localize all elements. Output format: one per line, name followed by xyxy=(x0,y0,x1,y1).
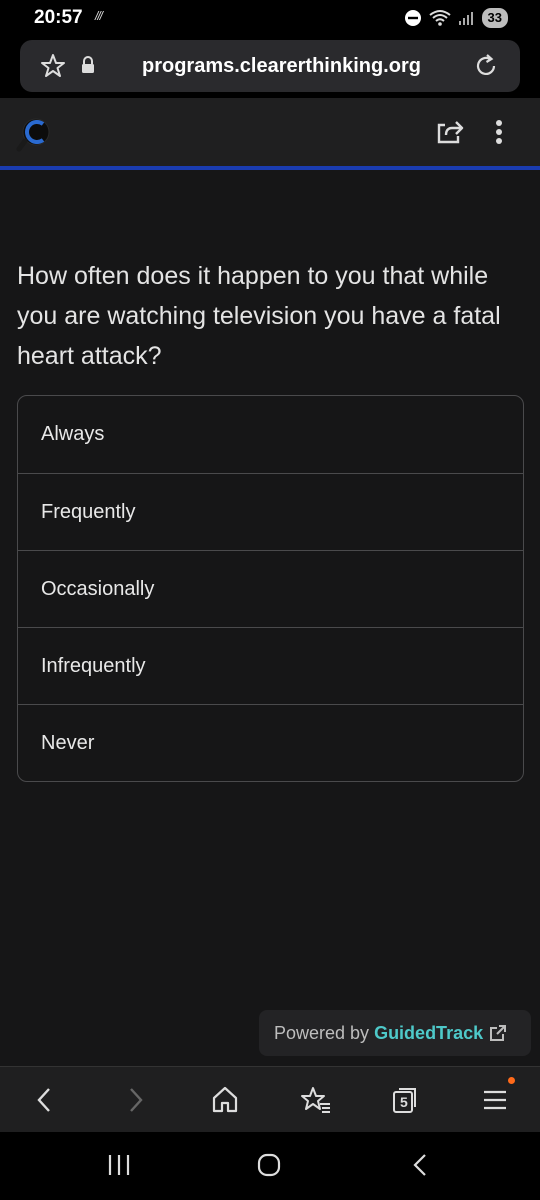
screen: 20:57 /// 33 programs.clearerthinking.or… xyxy=(0,0,540,1200)
menu-icon[interactable] xyxy=(482,1085,508,1115)
external-link-icon xyxy=(490,1025,507,1041)
status-time: 20:57 xyxy=(34,7,83,28)
status-icons: 33 xyxy=(404,6,508,30)
powered-by-link[interactable]: Powered by GuidedTrack xyxy=(259,1010,531,1056)
bookmark-star-icon[interactable] xyxy=(40,53,66,79)
browser-bottom-nav: 5 xyxy=(0,1066,540,1132)
bookmarks-icon[interactable] xyxy=(300,1085,332,1115)
share-icon[interactable] xyxy=(436,118,464,146)
lock-icon[interactable] xyxy=(80,56,96,74)
home-button-icon[interactable] xyxy=(256,1152,282,1178)
battery-indicator: 33 xyxy=(481,8,508,28)
do-not-disturb-icon xyxy=(404,10,421,26)
option-occasionally[interactable]: Occasionally xyxy=(18,550,523,627)
system-back-icon[interactable] xyxy=(410,1152,430,1178)
home-icon[interactable] xyxy=(211,1085,239,1115)
url-bar[interactable]: programs.clearerthinking.org xyxy=(20,40,520,92)
question-text: How often does it happen to you that whi… xyxy=(17,262,501,370)
option-always[interactable]: Always xyxy=(18,396,523,473)
reload-icon[interactable] xyxy=(472,52,500,80)
clearer-thinking-logo-icon[interactable] xyxy=(16,116,54,152)
option-frequently[interactable]: Frequently xyxy=(18,473,523,550)
tab-count: 5 xyxy=(400,1094,408,1110)
option-never[interactable]: Never xyxy=(18,704,523,781)
answer-options: Always Frequently Occasionally Infrequen… xyxy=(17,395,524,782)
browser-toolbar: programs.clearerthinking.org xyxy=(0,36,540,98)
option-infrequently[interactable]: Infrequently xyxy=(18,627,523,704)
recent-apps-icon[interactable] xyxy=(106,1152,132,1178)
menu-notification-dot xyxy=(508,1077,515,1084)
tabs-button[interactable]: 5 xyxy=(390,1085,420,1115)
signal-icon xyxy=(458,12,473,25)
wifi-icon xyxy=(428,10,451,26)
guidedtrack-brand[interactable]: GuidedTrack xyxy=(374,1023,483,1044)
more-options-icon[interactable] xyxy=(494,118,504,146)
back-icon[interactable] xyxy=(34,1085,54,1115)
url-text[interactable]: programs.clearerthinking.org xyxy=(142,55,421,78)
system-nav-bar xyxy=(0,1132,540,1200)
site-header xyxy=(0,98,540,170)
forward-icon[interactable] xyxy=(126,1085,146,1115)
powered-by-label: Powered by xyxy=(274,1022,370,1043)
status-notification-icon: /// xyxy=(95,9,103,23)
status-bar: 20:57 /// 33 xyxy=(0,0,540,36)
